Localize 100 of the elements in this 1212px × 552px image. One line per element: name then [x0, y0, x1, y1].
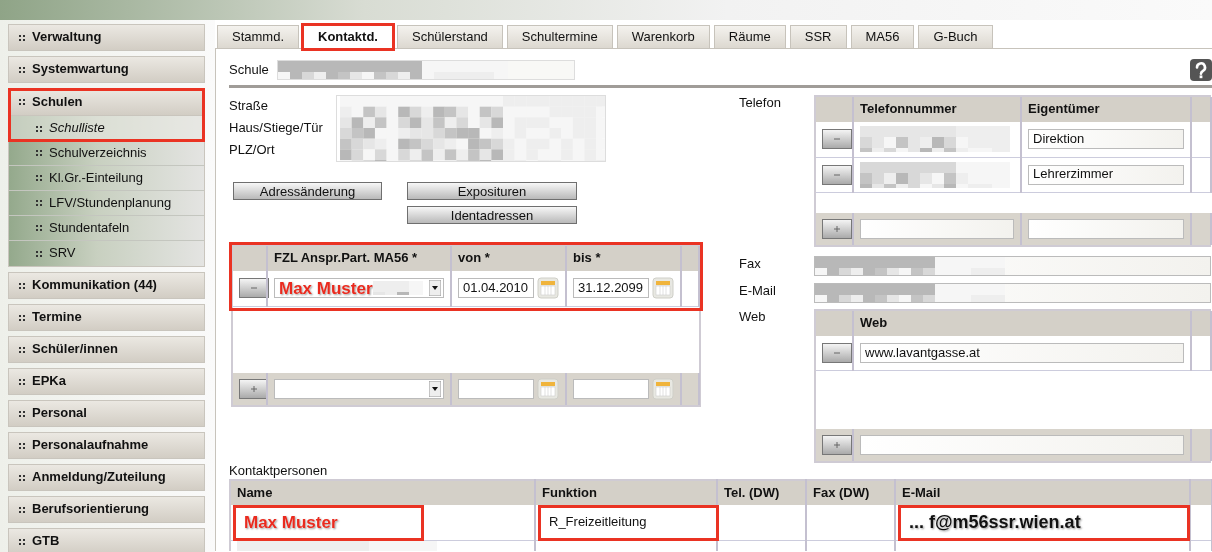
remove-button[interactable] — [822, 164, 852, 185]
bullet-icon — [19, 99, 25, 105]
sidebar-group[interactable]: Personal — [8, 400, 205, 427]
sidebar-item[interactable]: Kl.Gr.-Einteilung — [9, 166, 204, 191]
plus-icon — [833, 224, 841, 233]
plus-icon — [250, 384, 258, 393]
tab[interactable]: MA56 — [850, 25, 915, 48]
owner-field[interactable] — [1028, 218, 1184, 239]
tab[interactable]: SSR — [789, 25, 847, 48]
sidebar-group[interactable]: Schüler/innen — [8, 336, 205, 363]
plus-icon — [833, 441, 841, 449]
sidebar-item[interactable]: LFV/Stundenplanung — [9, 191, 204, 216]
date-field[interactable]: 31.12.2099 — [573, 278, 649, 299]
owner-field[interactable]: Lehrerzimmer — [1028, 164, 1184, 185]
add-button[interactable] — [239, 378, 269, 399]
url-field[interactable] — [860, 435, 1184, 455]
column-header: E-Mail — [895, 480, 1190, 506]
name-dropdown[interactable] — [274, 378, 444, 399]
calendar-icon — [537, 377, 559, 400]
bullet-icon — [36, 175, 42, 181]
field-label: E-Mail — [739, 282, 777, 300]
cell-text: R_Freizeitleitung — [549, 514, 647, 531]
bullet-icon — [19, 474, 25, 481]
email-field[interactable] — [814, 282, 1211, 303]
school-field[interactable] — [277, 60, 575, 80]
bullet-icon — [19, 314, 25, 321]
bullet-icon — [19, 442, 25, 449]
name-dropdown[interactable]: Max Muster — [274, 278, 444, 299]
tab[interactable]: G-Buch — [918, 25, 993, 48]
address-change-button[interactable]: Adressänderung — [233, 182, 382, 200]
bullet-icon — [19, 538, 25, 545]
cell-text: Max Muster — [244, 511, 338, 534]
fax-field[interactable] — [814, 255, 1211, 276]
date-field[interactable]: 01.04.2010 — [458, 278, 534, 299]
add-button[interactable] — [822, 435, 852, 455]
sidebar-group[interactable]: Anmeldung/Zuteilung — [8, 464, 205, 491]
field-label: Straße — [229, 97, 269, 115]
name-text: Max Muster — [279, 277, 373, 299]
bullet-icon — [19, 378, 25, 385]
sidebar-group[interactable]: EPKa — [8, 368, 205, 395]
field-label: Fax — [739, 255, 762, 273]
sidebar-group[interactable]: Systemwartung — [8, 56, 205, 83]
sidebar-group[interactable]: Personalaufnahme — [8, 432, 205, 459]
column-header: von * — [451, 246, 566, 271]
column-header: Name — [230, 480, 535, 506]
tab[interactable]: Schülerstand — [396, 25, 503, 48]
sidebar-item[interactable]: Schulverzeichnis — [9, 141, 204, 166]
column-header: FZL Anspr.Part. MA56 * — [267, 246, 451, 271]
date-field[interactable] — [573, 378, 649, 399]
column-header: Eigentümer — [1021, 97, 1191, 122]
remove-button[interactable] — [822, 129, 852, 150]
bullet-icon — [19, 506, 25, 513]
column-header: Telefonnummer — [853, 97, 1021, 122]
sidebar-item[interactable]: Schulliste — [9, 116, 204, 141]
cell-text: ... f@m56ssr.wien.at — [909, 511, 1081, 534]
tab[interactable]: Warenkorb — [616, 25, 710, 48]
remove-button[interactable] — [239, 278, 269, 299]
calendar-icon — [652, 277, 674, 300]
bullet-icon — [19, 410, 25, 417]
remove-button[interactable] — [822, 342, 852, 363]
sidebar-group[interactable]: Termine — [8, 304, 205, 331]
field-label: PLZ/Ort — [229, 141, 276, 159]
action-button[interactable]: Exposituren — [407, 182, 577, 200]
field-label: Telefon — [739, 95, 782, 112]
sidebar-item[interactable]: Stundentafeln — [9, 216, 204, 241]
column-header: Tel. (DW) — [717, 480, 806, 506]
bullet-icon — [36, 250, 42, 257]
bullet-icon — [36, 200, 42, 206]
bullet-icon — [19, 346, 25, 353]
tab[interactable]: Stammd. — [217, 25, 299, 48]
column-header: bis * — [566, 246, 681, 271]
sidebar-group[interactable]: Kommunikation (44) — [8, 272, 205, 299]
field-label: Schule — [229, 61, 270, 79]
column-header: Fax (DW) — [806, 480, 895, 506]
sidebar-item[interactable]: SRV — [9, 241, 204, 266]
calendar-icon — [652, 377, 674, 400]
help-icon — [1190, 59, 1212, 81]
sidebar-group[interactable]: GTB — [8, 528, 205, 552]
date-field[interactable] — [458, 378, 534, 399]
sidebar-group[interactable]: Verwaltung — [8, 24, 205, 51]
section-title: Kontaktpersonen — [229, 463, 328, 478]
url-field[interactable]: www.lavantgasse.at — [860, 342, 1184, 363]
caret-icon — [429, 280, 441, 297]
calendar-icon — [537, 277, 559, 300]
bullet-icon — [19, 34, 25, 41]
add-button[interactable] — [822, 218, 852, 239]
tab[interactable]: Schultermine — [506, 25, 613, 48]
sidebar-group[interactable]: Schulen — [9, 89, 204, 116]
bullet-icon — [19, 282, 25, 289]
bullet-icon — [36, 150, 42, 156]
column-header: Web — [853, 310, 1191, 336]
field-label: Web — [739, 308, 767, 326]
bullet-icon — [19, 66, 25, 73]
caret-icon — [429, 380, 441, 397]
sidebar-group[interactable]: Berufsorientierung — [8, 496, 205, 523]
action-button[interactable]: Identadressen — [407, 206, 577, 224]
owner-field[interactable]: Direktion — [1028, 129, 1184, 150]
tab[interactable]: Kontaktd. — [303, 25, 393, 49]
phone-field[interactable] — [860, 218, 1014, 239]
tab[interactable]: Räume — [713, 25, 786, 48]
